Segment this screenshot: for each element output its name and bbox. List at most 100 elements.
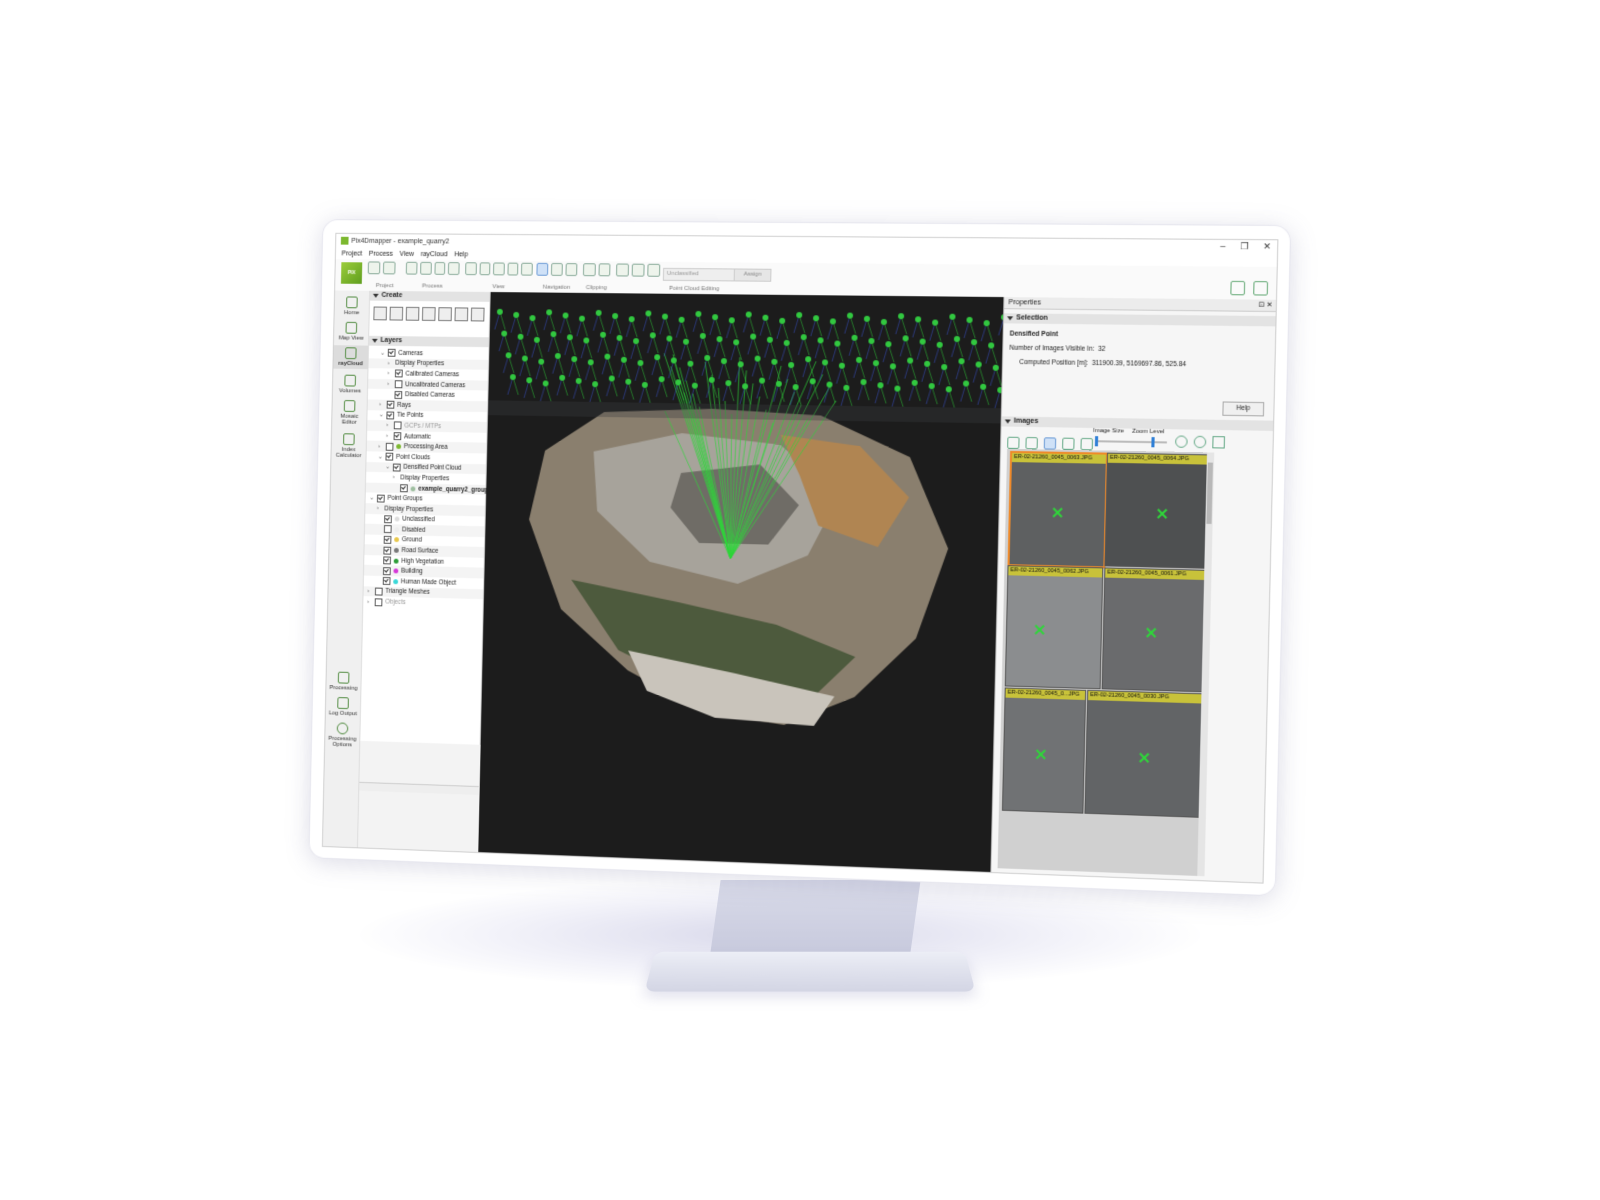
layers-horizontal-scrollbar[interactable] [359, 781, 479, 795]
layer-checkbox[interactable] [382, 566, 391, 575]
new-project-icon[interactable] [367, 261, 381, 275]
clipping-cube-icon[interactable] [598, 263, 611, 277]
open-project-icon[interactable] [382, 261, 396, 275]
nav-map-view[interactable]: Map View [334, 321, 369, 342]
help-button[interactable]: Help [1222, 401, 1265, 417]
nav-volumes[interactable]: Volumes [333, 374, 368, 394]
class-color-icon[interactable] [647, 263, 661, 277]
scrollbar-handle[interactable] [1206, 462, 1213, 524]
raycloud-3d-viewport[interactable] [478, 292, 1071, 875]
fit-view-icon[interactable] [507, 262, 519, 276]
zoom-in-icon[interactable] [465, 262, 477, 276]
maximize-button[interactable]: ❐ [1240, 241, 1249, 252]
expand-arrow-icon[interactable]: › [386, 423, 392, 429]
layer-checkbox[interactable] [385, 442, 394, 451]
fit-icon[interactable] [1212, 436, 1225, 449]
menu-view[interactable]: View [400, 250, 415, 257]
fly-icon[interactable] [565, 263, 578, 277]
create-tool-grid-icon[interactable] [470, 307, 485, 322]
layer-checkbox[interactable] [387, 349, 396, 358]
trackball-icon[interactable] [536, 262, 549, 276]
layer-checkbox[interactable] [392, 463, 401, 472]
layer-checkbox[interactable] [393, 432, 402, 441]
expand-arrow-icon[interactable]: › [378, 443, 384, 449]
nav-index-calculator[interactable]: Index Calculator [331, 433, 366, 459]
layer-checkbox[interactable] [383, 546, 392, 555]
layer-checkbox[interactable] [394, 369, 403, 378]
create-tool-select-icon[interactable] [373, 306, 387, 321]
panel-layout-icon[interactable] [1253, 281, 1269, 296]
process-step2-icon[interactable] [419, 261, 432, 275]
nav-home[interactable]: Home [335, 296, 370, 316]
user-account-icon[interactable] [1230, 280, 1246, 296]
image-thumbnail[interactable]: ER-02-21260_0045_0064.JPG [1104, 452, 1208, 569]
process-step3-icon[interactable] [433, 261, 446, 275]
layer-checkbox[interactable] [385, 452, 394, 461]
triangle-icon[interactable] [1062, 437, 1075, 450]
process-step4-icon[interactable] [448, 262, 460, 275]
layer-checkbox[interactable] [383, 525, 392, 534]
close-button[interactable]: ✕ [1263, 241, 1271, 252]
zoom-out-icon[interactable] [479, 262, 491, 276]
layer-checkbox[interactable] [394, 390, 403, 399]
create-tool-group-icon[interactable] [438, 307, 452, 322]
unlink-icon[interactable] [1025, 436, 1038, 450]
expand-arrow-icon[interactable]: › [379, 402, 385, 408]
class-select[interactable]: Unclassified [662, 267, 735, 282]
process-step1-icon[interactable] [405, 261, 418, 275]
expand-arrow-icon[interactable]: › [367, 599, 373, 605]
zoom-level-handle[interactable] [1151, 437, 1155, 448]
edit-brush-icon[interactable] [616, 263, 629, 277]
layer-checkbox[interactable] [384, 515, 392, 524]
expand-arrow-icon[interactable]: › [377, 506, 383, 512]
layer-checkbox[interactable] [383, 535, 392, 544]
menu-help[interactable]: Help [454, 251, 468, 258]
expand-arrow-icon[interactable]: ⌄ [379, 412, 385, 419]
image-thumbnail[interactable]: ER-02-21260_0045_0061.JPG [1101, 567, 1206, 693]
layer-checkbox[interactable] [393, 421, 402, 430]
layer-checkbox[interactable] [374, 597, 383, 606]
expand-arrow-icon[interactable]: › [387, 381, 393, 387]
layer-checkbox[interactable] [374, 587, 383, 596]
create-tool-measure-icon[interactable] [454, 307, 469, 322]
layer-checkbox[interactable] [382, 577, 391, 586]
layer-checkbox[interactable] [386, 411, 395, 420]
layer-checkbox[interactable] [376, 494, 385, 503]
expand-arrow-icon[interactable]: › [388, 360, 394, 366]
layer-checkbox[interactable] [386, 400, 395, 409]
expand-arrow-icon[interactable]: ⌄ [385, 464, 391, 471]
nav-processing[interactable]: Processing [326, 671, 361, 692]
nav-raycloud[interactable]: rayCloud [333, 345, 369, 370]
top-view-icon[interactable] [521, 262, 533, 276]
nav-processing-options[interactable]: Processing Options [325, 722, 360, 749]
assign-button[interactable]: Assign [733, 268, 772, 282]
menu-project[interactable]: Project [342, 250, 363, 257]
clipping-box-icon[interactable] [582, 263, 596, 277]
layer-checkbox[interactable] [383, 556, 391, 565]
image-size-slider[interactable] [1094, 436, 1167, 448]
create-panel-header[interactable]: Create [369, 290, 490, 302]
layer-checkbox[interactable] [394, 380, 403, 389]
expand-arrow-icon[interactable]: › [387, 371, 393, 377]
image-thumbnail[interactable]: ER-02-21260_0045_0...JPG [1001, 687, 1087, 814]
zoom-extent-icon[interactable] [493, 262, 505, 276]
select-icon[interactable] [631, 263, 645, 277]
menu-raycloud[interactable]: rayCloud [421, 251, 448, 258]
expand-arrow-icon[interactable]: ⌄ [378, 453, 384, 460]
expand-arrow-icon[interactable]: › [393, 475, 399, 481]
panel-pin-icon[interactable]: ⊡ ✕ [1258, 300, 1273, 311]
expand-arrow-icon[interactable]: › [367, 588, 373, 594]
expand-arrow-icon[interactable]: ⌄ [369, 495, 375, 502]
first-person-icon[interactable] [550, 262, 563, 276]
image-thumbnail[interactable]: ER-02-21260_0045_0030.JPG [1084, 689, 1203, 818]
layer-checkbox[interactable] [400, 484, 408, 493]
menu-process[interactable]: Process [369, 250, 393, 257]
minimize-button[interactable]: – [1220, 241, 1225, 252]
create-tool-surface-icon[interactable] [421, 307, 436, 321]
image-size-handle[interactable] [1094, 436, 1099, 447]
create-tool-polyline-icon[interactable] [405, 306, 420, 321]
layer-tree-item[interactable]: › Objects [363, 596, 483, 610]
image-thumbnail[interactable]: ER-02-21260_0045_0063.JPG [1007, 450, 1109, 569]
nav-log-output[interactable]: Log Output [326, 697, 361, 718]
zoom-in-icon[interactable] [1175, 435, 1188, 448]
